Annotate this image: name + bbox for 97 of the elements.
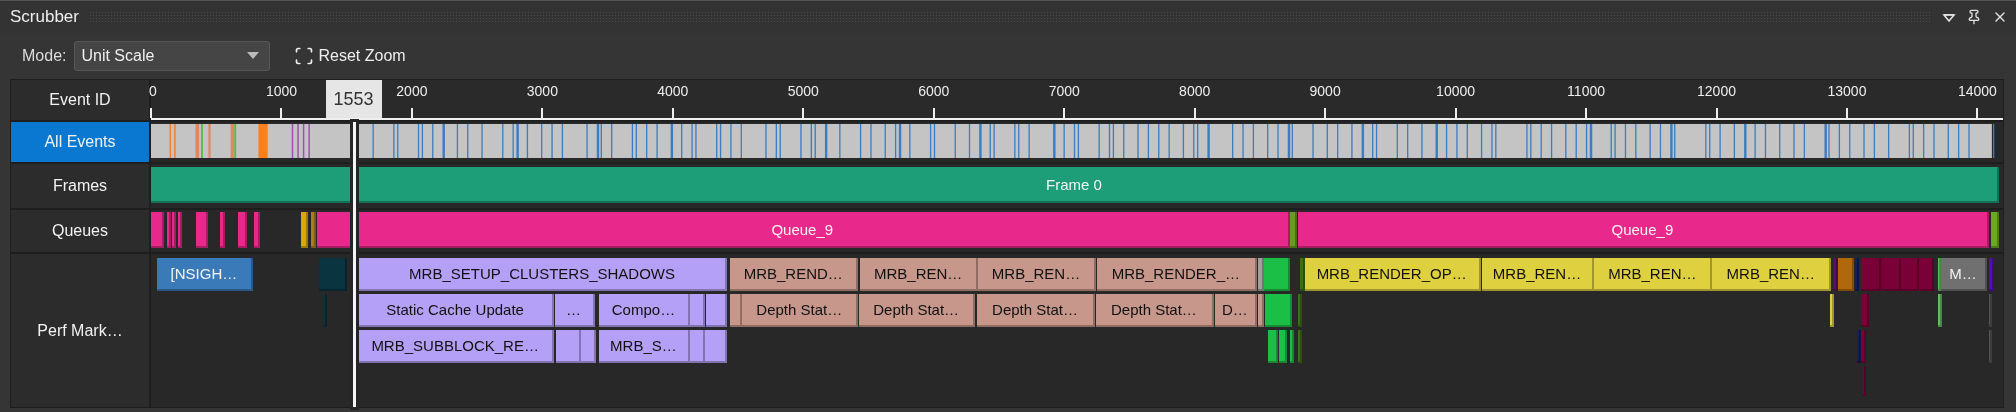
scrubber-line[interactable] <box>352 122 356 407</box>
marker-block[interactable] <box>1861 258 1882 291</box>
tick-label: 14000 <box>1957 83 1997 99</box>
queue-block[interactable] <box>300 212 308 248</box>
marker-block[interactable] <box>730 294 743 327</box>
queue-block[interactable] <box>310 212 316 248</box>
marker-block[interactable] <box>1299 258 1305 291</box>
tick-label: 12000 <box>1697 83 1736 99</box>
marker-block[interactable] <box>1857 330 1862 363</box>
tick-label: 0 <box>149 83 157 99</box>
tick-label: 13000 <box>1827 83 1867 99</box>
scrubber-handle[interactable]: 1553 <box>325 80 382 118</box>
mode-select[interactable]: Unit Scale <box>74 41 271 71</box>
tick-label: 1000 <box>265 83 298 99</box>
marker-block[interactable] <box>323 294 327 327</box>
marker-block[interactable]: MRB_REND… <box>730 258 859 291</box>
marker-block[interactable] <box>1297 294 1302 327</box>
lane-label[interactable]: Queues <box>11 210 149 252</box>
marker-block[interactable] <box>1289 330 1294 363</box>
marker-block[interactable]: MRB_REN… <box>1712 258 1832 291</box>
marker-block[interactable]: MRB_RENDER_… <box>1096 258 1257 291</box>
marker-block[interactable] <box>706 294 728 327</box>
marker-block[interactable]: Depth Stat… <box>742 294 859 327</box>
marker-block[interactable]: … <box>554 294 595 327</box>
marker-block[interactable] <box>1855 258 1860 291</box>
lane-label[interactable]: Frames <box>11 164 149 208</box>
tick-label: 8000 <box>1179 83 1211 99</box>
marker-block[interactable] <box>555 330 581 363</box>
marker-block[interactable]: Depth Stat… <box>977 294 1095 327</box>
reset-zoom-button[interactable]: Reset Zoom <box>294 46 406 66</box>
tick-label: 3000 <box>526 83 558 99</box>
marker-block[interactable]: Depth Stat… <box>859 294 976 327</box>
marker-block[interactable]: MRB_REN… <box>1594 258 1713 291</box>
marker-block[interactable] <box>1830 294 1835 327</box>
marker-block[interactable] <box>1901 258 1920 291</box>
marker-block[interactable]: [NSIGH… <box>157 258 253 291</box>
marker-block[interactable]: Depth Stat… <box>1095 294 1214 327</box>
marker-block[interactable] <box>318 258 347 291</box>
corner-brackets-icon <box>294 46 315 66</box>
panel-title: Scrubber <box>10 7 79 27</box>
marker-block[interactable]: MRB_SUBBLOCK_RE… <box>358 330 554 363</box>
marker-block[interactable] <box>690 294 706 327</box>
marker-block[interactable]: Static Cache Update <box>358 294 554 327</box>
queue-block[interactable] <box>177 212 182 248</box>
marker-block[interactable]: MRB_REN… <box>860 258 979 291</box>
queue-block[interactable] <box>219 212 225 248</box>
lane-label[interactable]: All Events <box>11 122 149 162</box>
marker-block[interactable] <box>1989 294 1992 327</box>
marker-block[interactable]: MRB_SETUP_CLUSTERS_SHADOWS <box>358 258 728 291</box>
marker-block[interactable] <box>1264 294 1292 327</box>
marker-block[interactable] <box>1278 330 1287 363</box>
queue-block[interactable] <box>166 212 171 248</box>
tick-label: 9000 <box>1309 83 1341 99</box>
tick-label: 11000 <box>1567 83 1605 99</box>
tick-label: 5000 <box>787 83 819 99</box>
marker-block[interactable]: MRB_REN… <box>978 258 1096 291</box>
marker-block[interactable] <box>1257 258 1264 291</box>
tick-label: 10000 <box>1436 83 1476 99</box>
marker-block[interactable] <box>1833 258 1839 291</box>
marker-block[interactable] <box>1297 330 1302 363</box>
marker-block[interactable]: MRB_REN… <box>1481 258 1595 291</box>
lane-label[interactable]: Perf Mark… <box>11 254 149 407</box>
marker-block[interactable] <box>1861 294 1870 327</box>
marker-block[interactable] <box>690 330 706 363</box>
queue-block[interactable] <box>253 212 260 248</box>
tick-label: 7000 <box>1048 83 1080 99</box>
marker-block[interactable] <box>1863 366 1867 396</box>
queue-block[interactable] <box>171 212 176 248</box>
marker-block[interactable] <box>1920 258 1935 291</box>
pin-icon[interactable] <box>1966 9 1982 25</box>
marker-block[interactable] <box>1861 330 1867 363</box>
tick-label: 2000 <box>396 83 428 99</box>
marker-block[interactable] <box>1267 330 1278 363</box>
marker-block[interactable] <box>1257 294 1264 327</box>
marker-block[interactable] <box>1989 330 1992 363</box>
tick-label: 4000 <box>657 83 689 99</box>
queue-block[interactable] <box>195 212 208 248</box>
marker-block[interactable] <box>1882 258 1902 291</box>
marker-block[interactable]: Compo… <box>598 294 691 327</box>
marker-block[interactable]: D… <box>1214 294 1257 327</box>
marker-block[interactable] <box>1989 258 1994 291</box>
marker-block[interactable]: M… <box>1941 258 1987 291</box>
tick-label: 6000 <box>918 83 950 99</box>
marker-block[interactable] <box>1938 294 1943 327</box>
reset-zoom-label: Reset Zoom <box>318 47 406 65</box>
mode-label: Mode: <box>22 47 67 65</box>
marker-block[interactable] <box>705 330 728 363</box>
column-header: Event ID <box>11 80 149 120</box>
marker-block[interactable]: MRB_S… <box>598 330 691 363</box>
marker-block[interactable] <box>1263 258 1290 291</box>
queue-block[interactable] <box>237 212 247 248</box>
queue-block[interactable]: Queue_9 <box>316 212 1290 248</box>
marker-block[interactable] <box>1938 258 1942 291</box>
queue-block[interactable]: Queue_9 <box>1297 212 1989 248</box>
marker-block[interactable]: MRB_RENDER_OP… <box>1304 258 1481 291</box>
marker-block[interactable] <box>1838 258 1855 291</box>
caret-icon <box>247 52 260 60</box>
